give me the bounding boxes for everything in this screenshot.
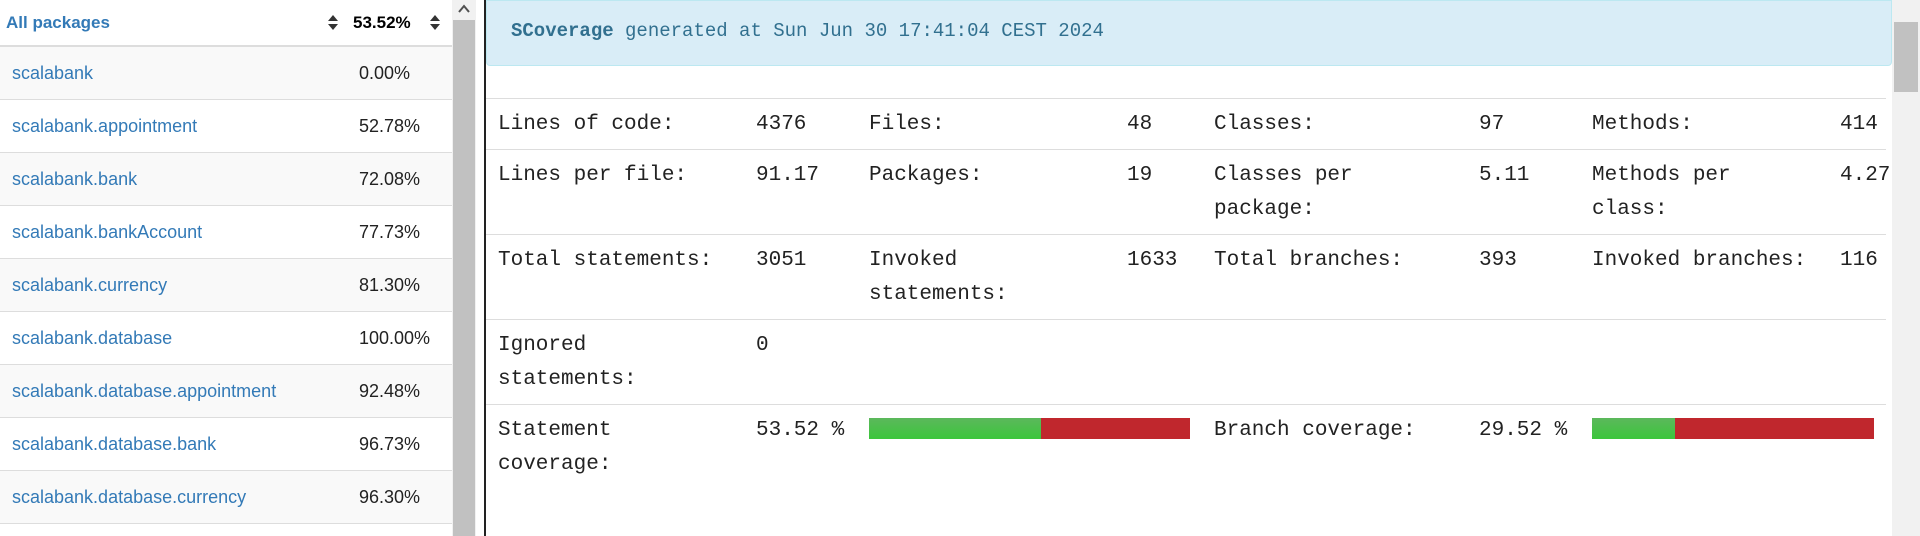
package-coverage: 96.73% [344,417,452,471]
stat-label: Lines of code: [486,98,744,150]
stats-row: Lines of code: 4376 Files: 48 Classes: 9… [486,98,1886,150]
package-row: scalabank.bankAccount 77.73% [0,205,452,259]
stat-value: 414 [1828,98,1886,150]
stat-value: 97 [1467,98,1580,150]
package-coverage: 81.30% [344,258,452,312]
package-coverage: 100.00% [344,311,452,365]
covered-segment [869,418,1041,439]
stat-label: Files: [857,98,1115,150]
stat-label: Packages: [857,149,1115,235]
uncovered-segment [1675,418,1874,439]
package-coverage: 0.00% [344,46,452,100]
stat-label: Ignored statements: [486,319,744,405]
package-coverage: 92.48% [344,364,452,418]
report-banner: SCoverage generated at Sun Jun 30 17:41:… [486,0,1892,66]
all-packages-link[interactable]: All packages [6,13,110,32]
stat-value: 116 [1828,234,1886,320]
package-row: scalabank.currency 81.30% [0,258,452,312]
stat-label: Classes: [1202,98,1467,150]
stat-value: 48 [1115,98,1202,150]
package-list-scrollbar[interactable] [452,0,476,536]
package-table: All packages 53.52% scalabank 0.00% scalab… [0,0,452,524]
package-coverage: 96.30% [344,470,452,524]
statistics-table: Lines of code: 4376 Files: 48 Classes: 9… [486,98,1890,489]
stats-row: Total statements: 3051 Invoked statement… [486,234,1886,320]
stat-label: Total statements: [486,234,744,320]
package-link[interactable]: scalabank [12,63,93,83]
total-coverage-value: 53.52% [353,12,411,32]
package-list-panel: All packages 53.52% scalabank 0.00% scalab… [0,0,452,536]
stat-value: 4376 [744,98,857,150]
package-row: scalabank.bank 72.08% [0,152,452,206]
package-coverage: 72.08% [344,152,452,206]
coverage-header[interactable]: 53.52% [344,0,452,47]
package-table-header: All packages 53.52% [0,0,452,47]
stat-value: 3051 [744,234,857,320]
sort-icon[interactable] [328,15,338,31]
package-link[interactable]: scalabank.database.appointment [12,381,276,401]
overview-panel: SCoverage generated at Sun Jun 30 17:41:… [486,0,1892,536]
stat-label: Classes per package: [1202,149,1467,235]
package-link[interactable]: scalabank.appointment [12,116,197,136]
stat-label: Branch coverage: [1202,404,1467,489]
banner-text: SCoverage generated at Sun Jun 30 17:41:… [511,20,1104,42]
stat-value: 1633 [1115,234,1202,320]
stat-value: 29.52 % [1467,404,1580,489]
stat-label: Lines per file: [486,149,744,235]
chevron-up-icon[interactable] [457,2,471,16]
stat-value: 0 [744,319,857,405]
stat-value: 19 [1115,149,1202,235]
stats-row: Ignored statements: 0 [486,319,1886,405]
banner-brand: SCoverage [511,20,614,42]
stat-label: Methods: [1580,98,1828,150]
package-link[interactable]: scalabank.database [12,328,172,348]
overview-scrollbar[interactable] [1892,0,1920,536]
stats-row: Lines per file: 91.17 Packages: 19 Class… [486,149,1890,235]
stat-label: Invoked statements: [857,234,1115,320]
branch-coverage-bar [1592,418,1874,439]
all-packages-header[interactable]: All packages [0,0,344,47]
stat-value: 5.11 [1467,149,1580,235]
statement-coverage-bar [869,418,1190,439]
package-coverage: 77.73% [344,205,452,259]
package-link[interactable]: scalabank.database.bank [12,434,216,454]
stat-label: Methods per class: [1580,149,1828,235]
scrollbar-thumb[interactable] [1894,22,1918,92]
uncovered-segment [1040,418,1190,439]
package-link[interactable]: scalabank.database.currency [12,487,246,507]
stat-value: 53.52 % [744,404,857,489]
banner-generated-at: generated at Sun Jun 30 17:41:04 CEST 20… [625,20,1104,42]
stat-value: 91.17 [744,149,857,235]
package-row: scalabank.database 100.00% [0,311,452,365]
package-row: scalabank.database.appointment 92.48% [0,364,452,418]
package-link[interactable]: scalabank.bankAccount [12,222,202,242]
covered-segment [1592,418,1676,439]
package-row: scalabank.database.currency 96.30% [0,470,452,524]
stat-value: 4.27 [1828,149,1890,235]
package-link[interactable]: scalabank.currency [12,275,167,295]
package-row: scalabank.database.bank 96.73% [0,417,452,471]
package-row: scalabank.appointment 52.78% [0,99,452,153]
stat-label: Total branches: [1202,234,1467,320]
stat-label: Statement coverage: [486,404,744,489]
stats-row: Statement coverage: 53.52 % Branch cover… [486,404,1886,489]
scrollbar-thumb[interactable] [453,20,475,536]
stat-label: Invoked branches: [1580,234,1828,320]
package-coverage: 52.78% [344,99,452,153]
sort-icon[interactable] [430,15,440,31]
package-row: scalabank 0.00% [0,46,452,100]
package-link[interactable]: scalabank.bank [12,169,137,189]
stat-value: 393 [1467,234,1580,320]
